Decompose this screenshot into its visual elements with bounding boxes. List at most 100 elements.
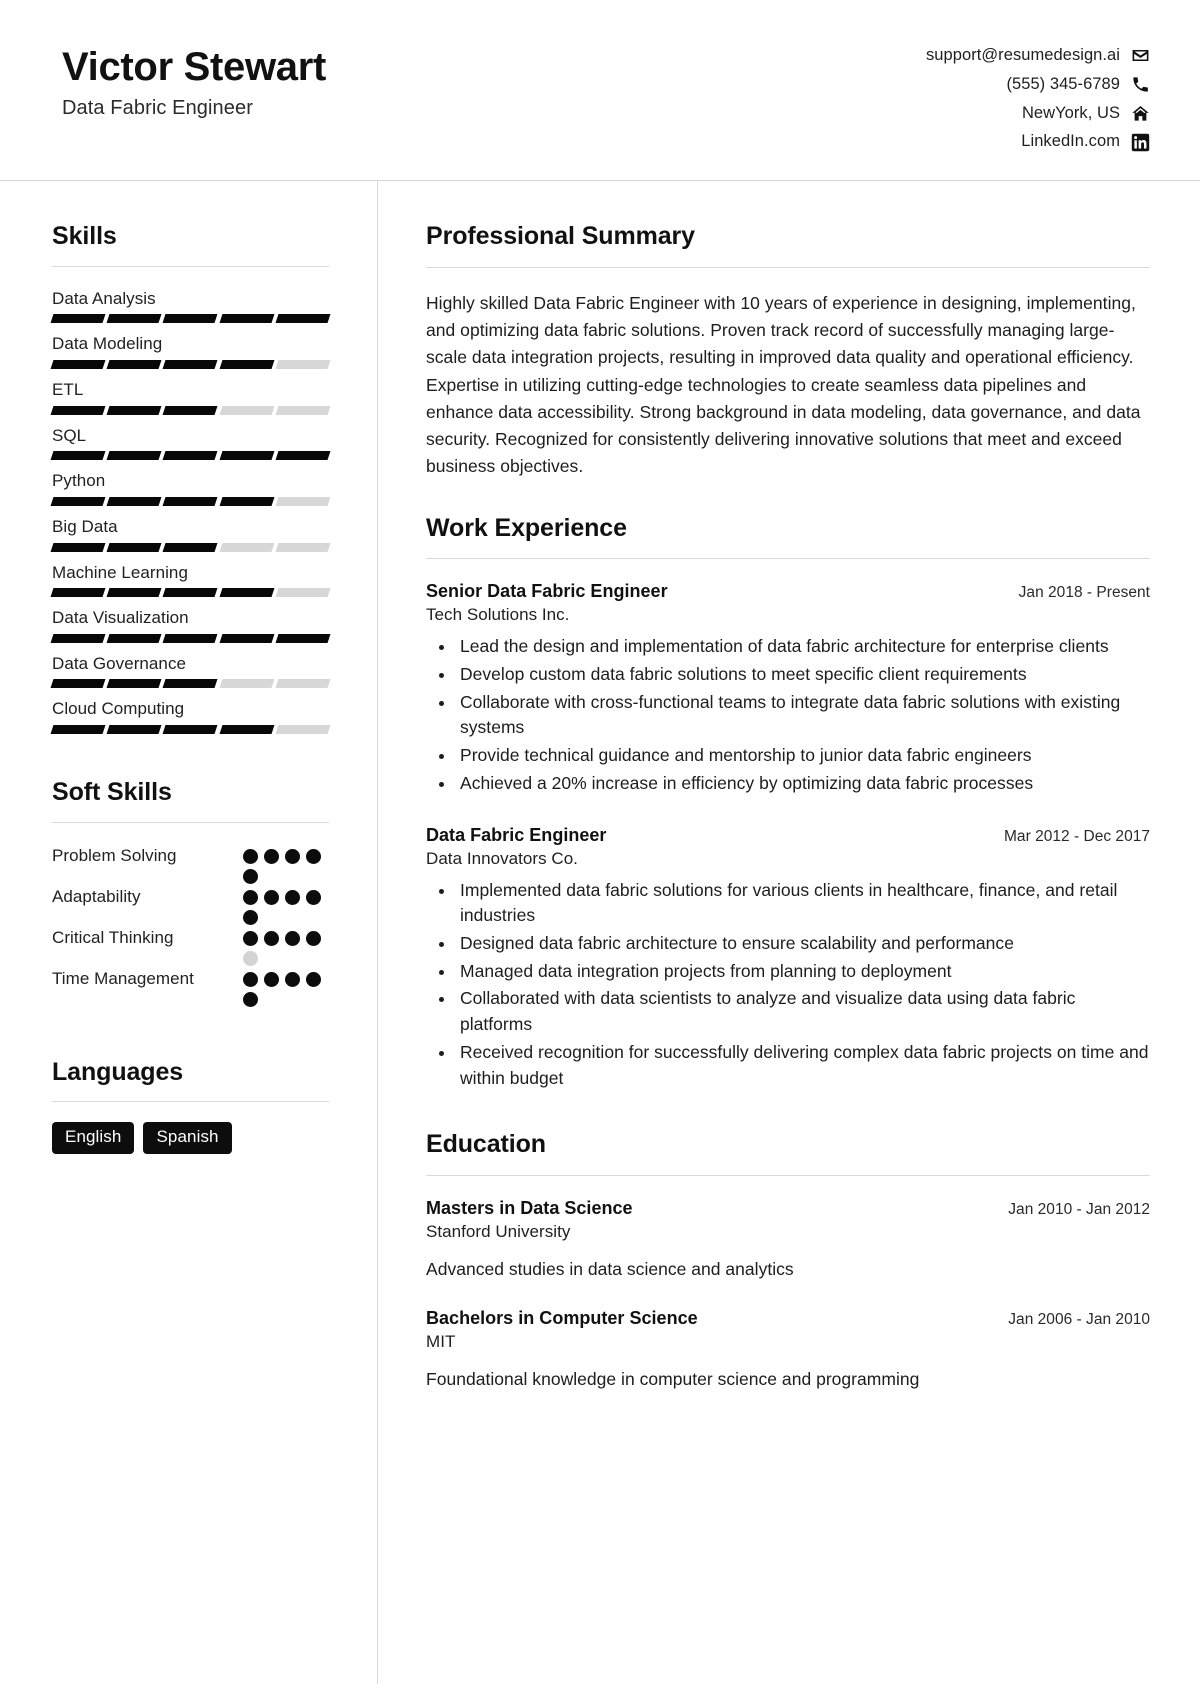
skill-segment [219,542,275,552]
skill-item: Big Data [50,515,331,552]
work-bullet: Collaborate with cross-functional teams … [456,690,1150,741]
skill-segment [50,314,106,324]
work-date: Mar 2012 - Dec 2017 [1004,827,1150,845]
skill-segment [275,314,331,324]
soft-skill-label: Problem Solving [52,845,177,865]
rating-dot [264,848,279,864]
contact-linkedin[interactable]: LinkedIn.com [1021,132,1150,152]
skill-label: Machine Learning [52,562,188,582]
skill-item: Data Analysis [50,287,331,324]
skill-segment [275,359,331,369]
work-entry: Data Fabric Engineer Mar 2012 - Dec 2017… [426,825,1150,1092]
skill-segment [106,542,162,552]
skill-item: Data Visualization [50,606,331,643]
soft-skills-section-title: Soft Skills [52,778,172,807]
summary-divider [426,266,1150,268]
summary-text: Highly skilled Data Fabric Engineer with… [426,292,1141,477]
work-bullets: Implemented data fabric solutions for va… [426,878,1150,1092]
resume-header: Victor Stewart Data Fabric Engineer supp… [0,0,1200,182]
skill-meter [50,679,331,689]
contact-location[interactable]: NewYork, US [1022,104,1150,124]
languages-section-title: Languages [52,1057,184,1086]
skill-meter [50,359,331,369]
rating-dot [285,930,300,946]
languages-list: English Spanish [52,1122,329,1155]
work-bullet: Managed data integration projects from p… [456,959,1150,985]
skill-segment [106,359,162,369]
soft-skill-item: Time Management [52,966,329,1007]
skill-meter [50,633,331,643]
skill-label: Data Modeling [52,334,163,354]
soft-skill-label: Time Management [52,968,194,988]
envelope-icon [1131,46,1150,65]
identity-block: Victor Stewart Data Fabric Engineer [62,40,326,120]
soft-skill-label: Adaptability [52,886,141,906]
skill-segment [162,405,219,415]
work-bullet: Implemented data fabric solutions for va… [456,878,1150,929]
skill-item: SQL [50,424,331,461]
skill-segment [219,496,275,506]
work-bullets: Lead the design and implementation of da… [426,634,1150,796]
rating-dot [306,971,321,987]
soft-skill-rating [243,925,329,966]
rating-dot [306,889,321,905]
skill-segment [162,679,219,689]
soft-skill-rating [243,966,329,1007]
rating-dot [306,930,321,946]
skill-segment [50,405,106,415]
skills-divider [52,265,329,267]
rating-dot [243,971,258,987]
skill-segment [219,588,275,598]
skill-segment [162,542,219,552]
work-bullet: Develop custom data fabric solutions to … [456,662,1150,688]
rating-dot [243,930,258,946]
soft-skill-item: Adaptability [52,884,329,925]
rating-dot [285,971,300,987]
candidate-job-title: Data Fabric Engineer [62,97,253,120]
education-entry-header: Bachelors in Computer Science Jan 2006 -… [426,1308,1150,1329]
contact-email[interactable]: support@resumedesign.ai [926,46,1150,66]
skill-label: Data Governance [52,653,186,673]
work-bullet: Achieved a 20% increase in efficiency by… [456,771,1150,797]
candidate-name: Victor Stewart [62,45,327,89]
rating-dot [243,889,258,905]
contact-phone[interactable]: (555) 345-6789 [1006,75,1150,95]
skill-segment [106,405,162,415]
skill-segment [162,725,219,735]
skill-segment [275,496,331,506]
work-entry: Senior Data Fabric Engineer Jan 2018 - P… [426,581,1150,796]
skill-segment [50,496,106,506]
rating-dot [243,848,258,864]
work-section-title: Work Experience [426,513,627,542]
skill-label: Data Visualization [52,608,189,628]
soft-skill-rating [243,843,329,884]
rating-dot [243,909,258,925]
skill-segment [275,451,331,461]
work-company: Tech Solutions Inc. [426,605,570,625]
contact-email-text: support@resumedesign.ai [925,46,1120,64]
education-school: MIT [426,1332,456,1352]
rating-dot [243,868,258,884]
work-bullet: Provide technical guidance and mentorshi… [456,743,1150,769]
education-degree: Masters in Data Science [426,1197,633,1218]
skill-segment [275,588,331,598]
education-section-title: Education [426,1130,546,1159]
education-entry-header: Masters in Data Science Jan 2010 - Jan 2… [426,1198,1150,1219]
skill-meter [50,588,331,598]
skill-segment [50,451,106,461]
work-bullet: Received recognition for successfully de… [456,1040,1150,1091]
skill-segment [275,725,331,735]
skill-segment [162,451,219,461]
skill-segment [275,405,331,415]
skill-segment [162,496,219,506]
skill-segment [219,633,275,643]
linkedin-icon [1131,133,1150,152]
skill-segment [162,359,219,369]
skill-segment [106,725,162,735]
contact-linkedin-text: LinkedIn.com [1021,132,1120,151]
education-date: Jan 2010 - Jan 2012 [1008,1200,1150,1218]
skill-label: Data Analysis [52,288,156,308]
education-entry: Bachelors in Computer Science Jan 2006 -… [426,1308,1150,1392]
education-description: Advanced studies in data science and ana… [426,1258,794,1279]
work-role: Senior Data Fabric Engineer [426,581,668,602]
